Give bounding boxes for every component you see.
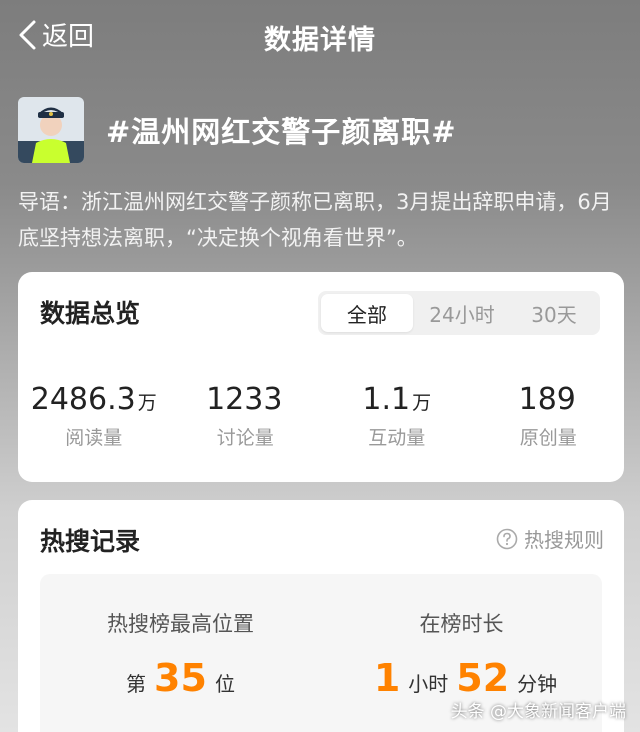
stat-label: 互动量 xyxy=(368,427,426,449)
duration-minutes: 52 xyxy=(456,656,510,700)
stat-unit: 万 xyxy=(412,392,432,414)
duration-block: 在榜时长 1 小时 52 分钟 xyxy=(321,574,602,700)
duration-hours-unit: 小时 xyxy=(408,672,449,696)
topic-name: #温州网红交警子颜离职# xyxy=(106,115,457,149)
rank-caption: 热搜榜最高位置 xyxy=(107,612,254,636)
hot-search-title: 热搜记录 xyxy=(40,527,141,556)
intro-text: 导语：浙江温州网红交警子颜称已离职，3月提出辞职申请，6月底坚持想法离职，“决定… xyxy=(18,190,612,250)
stat-unit: 万 xyxy=(137,392,157,414)
overview-title: 数据总览 xyxy=(40,299,141,328)
header-bar: 返回 数据详情 xyxy=(0,0,640,72)
watermark: 头条 @大象新闻客户端 xyxy=(450,702,626,722)
stat-label: 阅读量 xyxy=(65,427,123,449)
overview-card: 数据总览 全部 24小时 30天 2486.3 万 阅读量 1233 讨论量 1.… xyxy=(18,272,624,482)
rank-prefix: 第 xyxy=(126,672,147,696)
stat-reads: 2486.3 万 阅读量 xyxy=(18,382,170,450)
help-icon xyxy=(496,528,518,549)
tab-30d[interactable]: 30天 xyxy=(508,291,600,335)
stat-label: 讨论量 xyxy=(216,427,274,449)
tab-all[interactable]: 全部 xyxy=(321,294,413,332)
stat-interactions: 1.1 万 互动量 xyxy=(321,382,473,450)
rank-block: 热搜榜最高位置 第 35 位 xyxy=(40,574,321,700)
stats-row: 2486.3 万 阅读量 1233 讨论量 1.1 万 互动量 189 原创量 xyxy=(18,382,624,450)
duration-caption: 在榜时长 xyxy=(419,612,504,636)
avatar xyxy=(18,97,84,163)
topic-header: #温州网红交警子颜离职# xyxy=(18,97,457,163)
rules-label: 热搜规则 xyxy=(524,528,604,552)
duration-hours: 1 xyxy=(373,656,401,700)
stat-value: 1233 xyxy=(206,382,283,417)
rank-suffix: 位 xyxy=(214,672,235,696)
stat-value: 1.1 xyxy=(362,382,411,417)
stat-value: 189 xyxy=(518,382,576,417)
rank-value: 35 xyxy=(154,656,207,700)
time-range-tabs: 全部 24小时 30天 xyxy=(318,291,600,335)
duration-minutes-unit: 分钟 xyxy=(517,672,558,696)
stat-value: 2486.3 xyxy=(30,382,136,417)
tab-24h[interactable]: 24小时 xyxy=(416,291,508,335)
stat-discussions: 1233 讨论量 xyxy=(170,382,322,450)
page-title: 数据详情 xyxy=(264,25,376,56)
stat-label: 原创量 xyxy=(519,427,577,449)
stat-originals: 189 原创量 xyxy=(473,382,625,450)
hot-search-rules-link[interactable]: 热搜规则 xyxy=(496,524,604,553)
